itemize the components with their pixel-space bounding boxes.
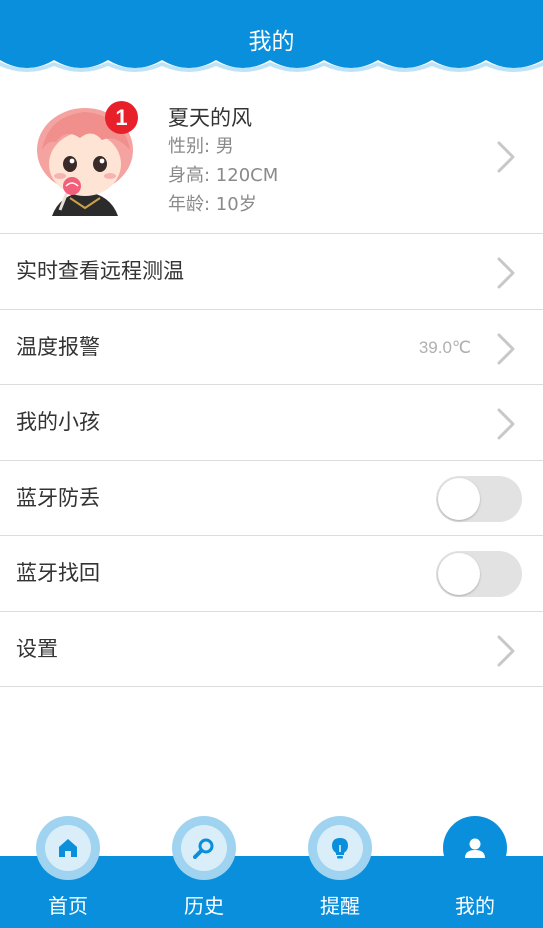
- user-icon: [465, 838, 485, 858]
- chevron-right-icon: [497, 408, 515, 440]
- header-bar: 我的: [0, 0, 543, 78]
- menu-item-remote-temperature[interactable]: 实时查看远程测温: [0, 234, 543, 310]
- tab-label: 首页: [48, 894, 88, 918]
- tab-icon-circle: [308, 816, 372, 880]
- toggle-knob: [438, 553, 480, 595]
- tab-label: 历史: [184, 894, 224, 918]
- lightbulb-icon: [332, 838, 348, 859]
- menu-item-label: 蓝牙防丢: [16, 485, 100, 510]
- tab-home[interactable]: 首页: [0, 816, 136, 928]
- notification-badge: 1: [105, 101, 138, 134]
- menu-item-label: 蓝牙找回: [16, 561, 100, 585]
- menu-item-settings[interactable]: 设置: [0, 612, 543, 687]
- chevron-right-icon: [497, 635, 515, 666]
- tab-mine[interactable]: 我的: [407, 816, 543, 928]
- menu-item-temperature-alarm[interactable]: 温度报警 39.0℃: [0, 310, 543, 385]
- chevron-right-icon: [497, 141, 515, 173]
- page-title: 我的: [248, 29, 295, 55]
- toggle-knob: [438, 477, 480, 520]
- menu-item-label: 设置: [16, 636, 58, 661]
- tab-icon-circle: [36, 816, 100, 880]
- menu-list: 实时查看远程测温 温度报警 39.0℃ 我的小孩 蓝牙防丢 蓝牙找回 设置: [0, 234, 543, 687]
- menu-item-bluetooth-retrieve: 蓝牙找回: [0, 536, 543, 612]
- menu-item-label: 实时查看远程测温: [16, 259, 184, 283]
- tab-label: 我的: [455, 894, 495, 918]
- tab-label: 提醒: [320, 894, 360, 918]
- tab-reminder[interactable]: 提醒: [272, 816, 408, 928]
- profile-age: 年龄: 10岁: [168, 194, 257, 215]
- profile-height: 身高: 120CM: [168, 165, 279, 186]
- profile-gender: 性别: 男: [168, 136, 234, 157]
- menu-item-my-child[interactable]: 我的小孩: [0, 385, 543, 461]
- tab-icon-circle: [172, 816, 236, 880]
- tab-icon-circle: [443, 816, 507, 880]
- chevron-right-icon: [497, 257, 515, 289]
- bluetooth-antiloss-toggle[interactable]: [436, 475, 522, 522]
- menu-item-label: 温度报警: [16, 334, 100, 359]
- profile-name: 夏天的风: [168, 106, 252, 130]
- search-icon: [193, 838, 214, 859]
- menu-item-label: 我的小孩: [16, 410, 100, 434]
- menu-item-bluetooth-antiloss: 蓝牙防丢: [0, 461, 543, 536]
- profile-card[interactable]: 1 夏天的风 性别: 男 身高: 120CM 年龄: 10岁: [0, 80, 543, 234]
- tab-history[interactable]: 历史: [136, 816, 272, 928]
- bluetooth-retrieve-toggle[interactable]: [436, 551, 522, 597]
- alarm-threshold-value: 39.0℃: [418, 337, 471, 357]
- chevron-right-icon: [497, 333, 515, 364]
- home-icon: [59, 839, 77, 857]
- bottom-tab-bar: 首页 历史 提醒 我的: [0, 816, 543, 928]
